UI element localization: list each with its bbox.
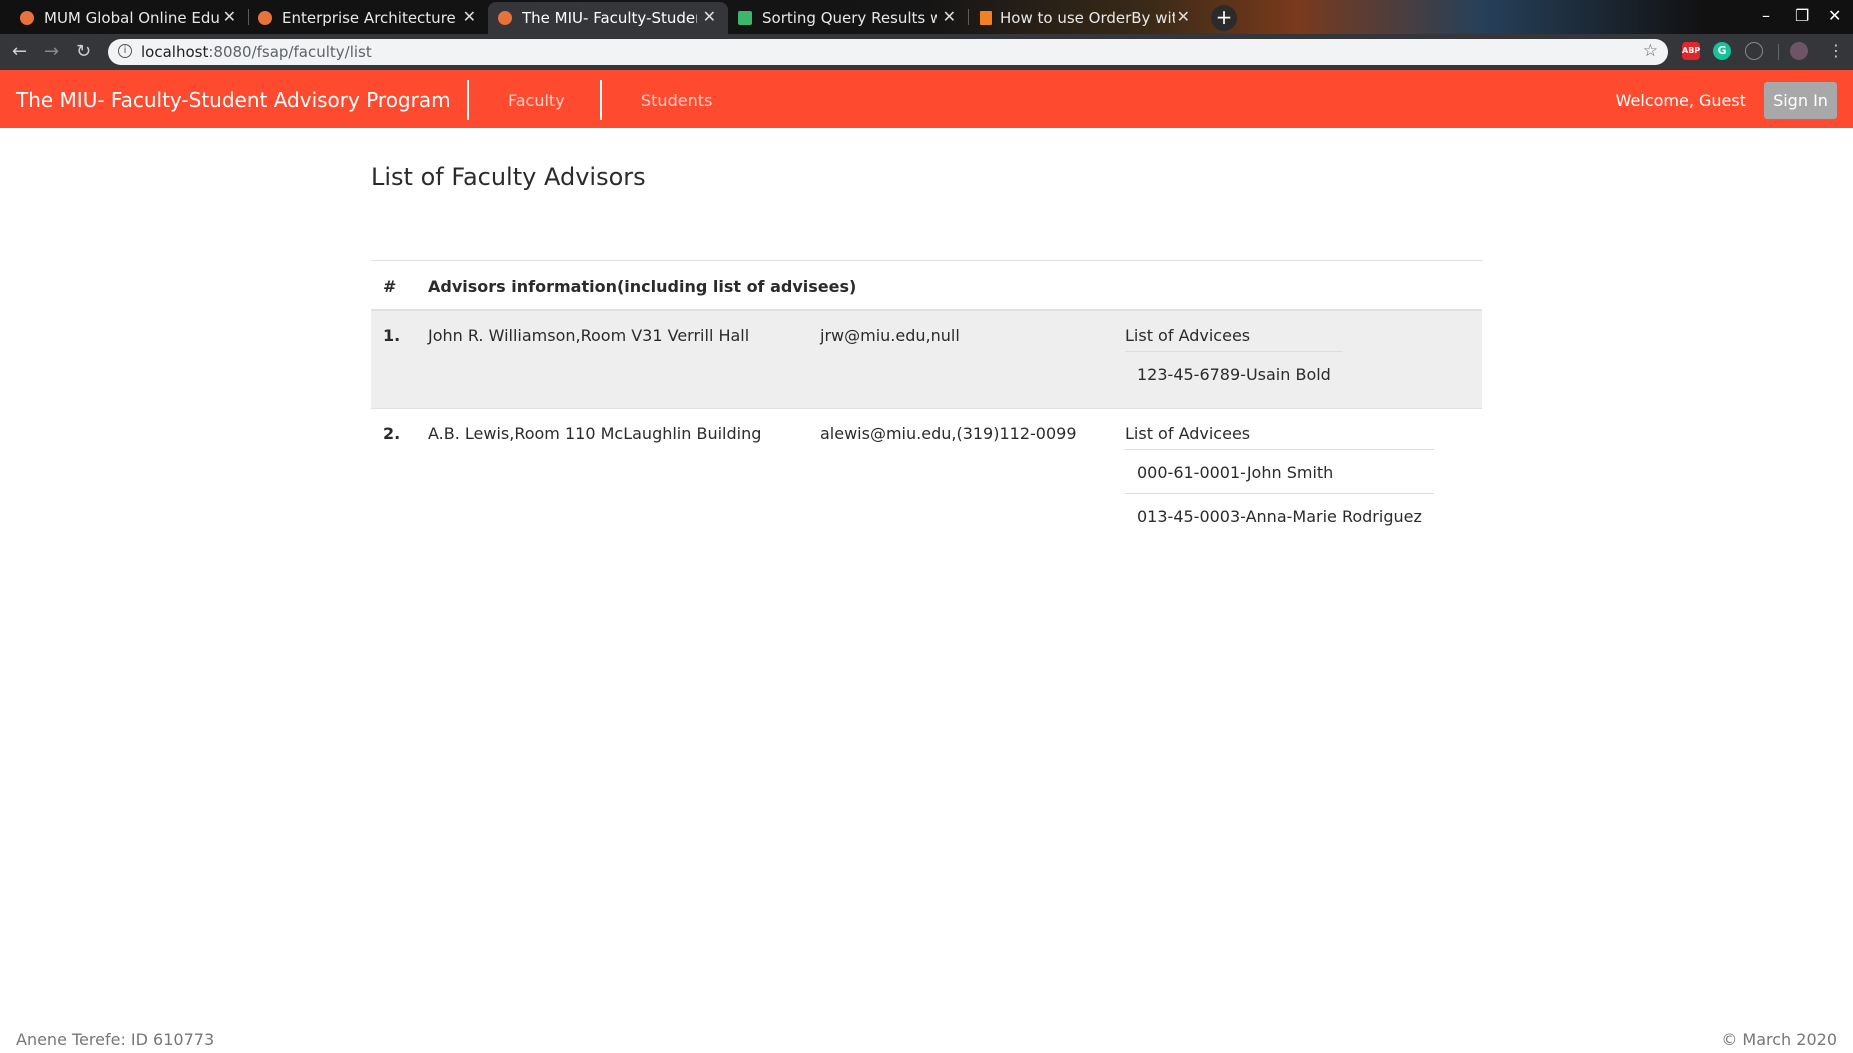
sign-in-button[interactable]: Sign In [1764,82,1837,119]
advisee-list: List of Advicees 000-61-0001-John Smith … [1125,409,1434,537]
avatar[interactable] [1790,42,1808,60]
advisors-table: # Advisors information(including list of… [371,260,1482,549]
reload-icon[interactable]: ↻ [76,41,91,62]
advisor-name: A.B. Lewis,Room 110 McLaughlin Building [428,424,762,443]
close-icon[interactable]: ✕ [463,7,476,26]
page-title: List of Faculty Advisors [371,163,646,191]
row-number: 1. [383,326,401,345]
address-bar[interactable]: i localhost:8080/fsap/faculty/list ☆ [108,39,1668,65]
browser-tab[interactable]: MUM Global Online Educa ✕ [0,2,248,34]
table-row: 1. John R. Williamson,Room V31 Verrill H… [371,311,1482,409]
spring-icon [738,11,752,25]
column-header-info: Advisors information(including list of a… [428,277,857,296]
close-icon[interactable]: ✕ [1177,7,1190,26]
footer-copyright: © March 2020 [1721,1030,1837,1049]
tab-title: Sorting Query Results wit [762,9,937,27]
advisor-contact: jrw@miu.edu,null [820,326,960,345]
table-row: 2. A.B. Lewis,Room 110 McLaughlin Buildi… [371,409,1482,549]
nav-faculty-link[interactable]: Faculty [508,91,565,110]
row-number: 2. [383,424,401,443]
tab-title: Enterprise Architecture [282,9,456,27]
advisee-item: 123-45-6789-Usain Bold [1137,365,1331,384]
browser-tab-active[interactable]: The MIU- Faculty-Student ✕ [488,2,728,34]
adblock-icon[interactable]: ABP [1682,42,1700,60]
minimize-icon[interactable]: – [1762,6,1770,25]
advisee-list: List of Advicees 123-45-6789-Usain Bold [1125,311,1343,395]
nav-divider [600,80,602,120]
new-tab-icon[interactable]: + [1211,5,1237,31]
mum-icon [20,11,34,25]
browser-toolbar: ← → ↻ i localhost:8080/fsap/faculty/list… [0,34,1853,70]
brand-title[interactable]: The MIU- Faculty-Student Advisory Progra… [16,88,451,112]
welcome-text: Welcome, Guest [1615,91,1746,110]
nav-students-link[interactable]: Students [641,91,712,110]
column-header-number: # [383,277,397,296]
app-navbar: The MIU- Faculty-Student Advisory Progra… [0,70,1853,128]
browser-tabstrip: MUM Global Online Educa ✕ Enterprise Arc… [0,0,1853,34]
info-icon[interactable]: i [118,44,132,58]
tab-title: MUM Global Online Educa [44,9,219,27]
bookmark-star-icon[interactable]: ☆ [1643,41,1658,61]
tab-title: How to use OrderBy with [1000,9,1175,27]
toolbar-divider [1778,44,1779,60]
window-close-icon[interactable]: ✕ [1828,6,1841,25]
advisee-item: 000-61-0001-John Smith [1125,450,1434,494]
back-icon[interactable]: ← [12,41,27,62]
advisee-item: 013-45-0003-Anna-Marie Rodriguez [1137,507,1422,526]
close-icon[interactable]: ✕ [943,7,956,26]
forward-icon[interactable]: → [44,41,59,62]
browser-tab[interactable]: Enterprise Architecture ✕ [248,2,488,34]
mum-icon [258,11,272,25]
advisor-contact: alewis@miu.edu,(319)112-0099 [820,424,1077,443]
browser-tab[interactable]: How to use OrderBy with ✕ [968,2,1202,34]
kebab-menu-icon[interactable]: ⋮ [1828,41,1844,60]
close-icon[interactable]: ✕ [703,7,716,26]
advisee-list-label: List of Advicees [1125,311,1343,352]
stackoverflow-icon [980,11,992,25]
extension-icon[interactable] [1745,42,1763,60]
close-icon[interactable]: ✕ [223,7,236,26]
nav-divider [467,80,469,120]
tab-title: The MIU- Faculty-Student [522,9,697,27]
footer-author: Anene Terefe: ID 610773 [16,1030,215,1049]
table-header: # Advisors information(including list of… [371,261,1482,311]
advisor-name: John R. Williamson,Room V31 Verrill Hall [428,326,750,345]
mum-icon [498,11,512,25]
browser-tab[interactable]: Sorting Query Results wit ✕ [728,2,968,34]
url-text[interactable]: localhost:8080/fsap/faculty/list [141,43,372,61]
advisee-list-label: List of Advicees [1125,409,1434,450]
grammarly-icon[interactable]: G [1713,42,1731,60]
restore-icon[interactable]: ❐ [1795,6,1809,25]
